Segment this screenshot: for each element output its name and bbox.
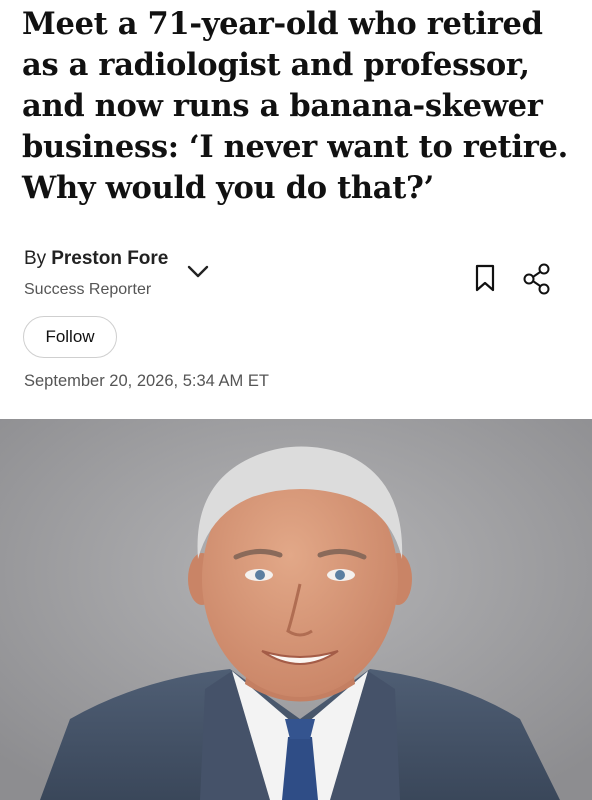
publish-date: September 20, 2026, 5:34 AM ET xyxy=(24,372,269,390)
chevron-down-icon[interactable] xyxy=(186,262,210,280)
author-portrait-photo xyxy=(0,419,592,800)
follow-button[interactable]: Follow xyxy=(23,316,117,358)
byline-prefix: By xyxy=(24,248,47,269)
share-icon[interactable] xyxy=(522,263,552,295)
author-role: Success Reporter xyxy=(24,281,152,298)
article-headline: Meet a 71-year-old who retired as a radi… xyxy=(22,6,568,206)
author-name-link[interactable]: Preston Fore xyxy=(51,248,168,269)
byline: By Preston Fore xyxy=(24,248,168,270)
bookmark-icon[interactable] xyxy=(474,263,496,293)
